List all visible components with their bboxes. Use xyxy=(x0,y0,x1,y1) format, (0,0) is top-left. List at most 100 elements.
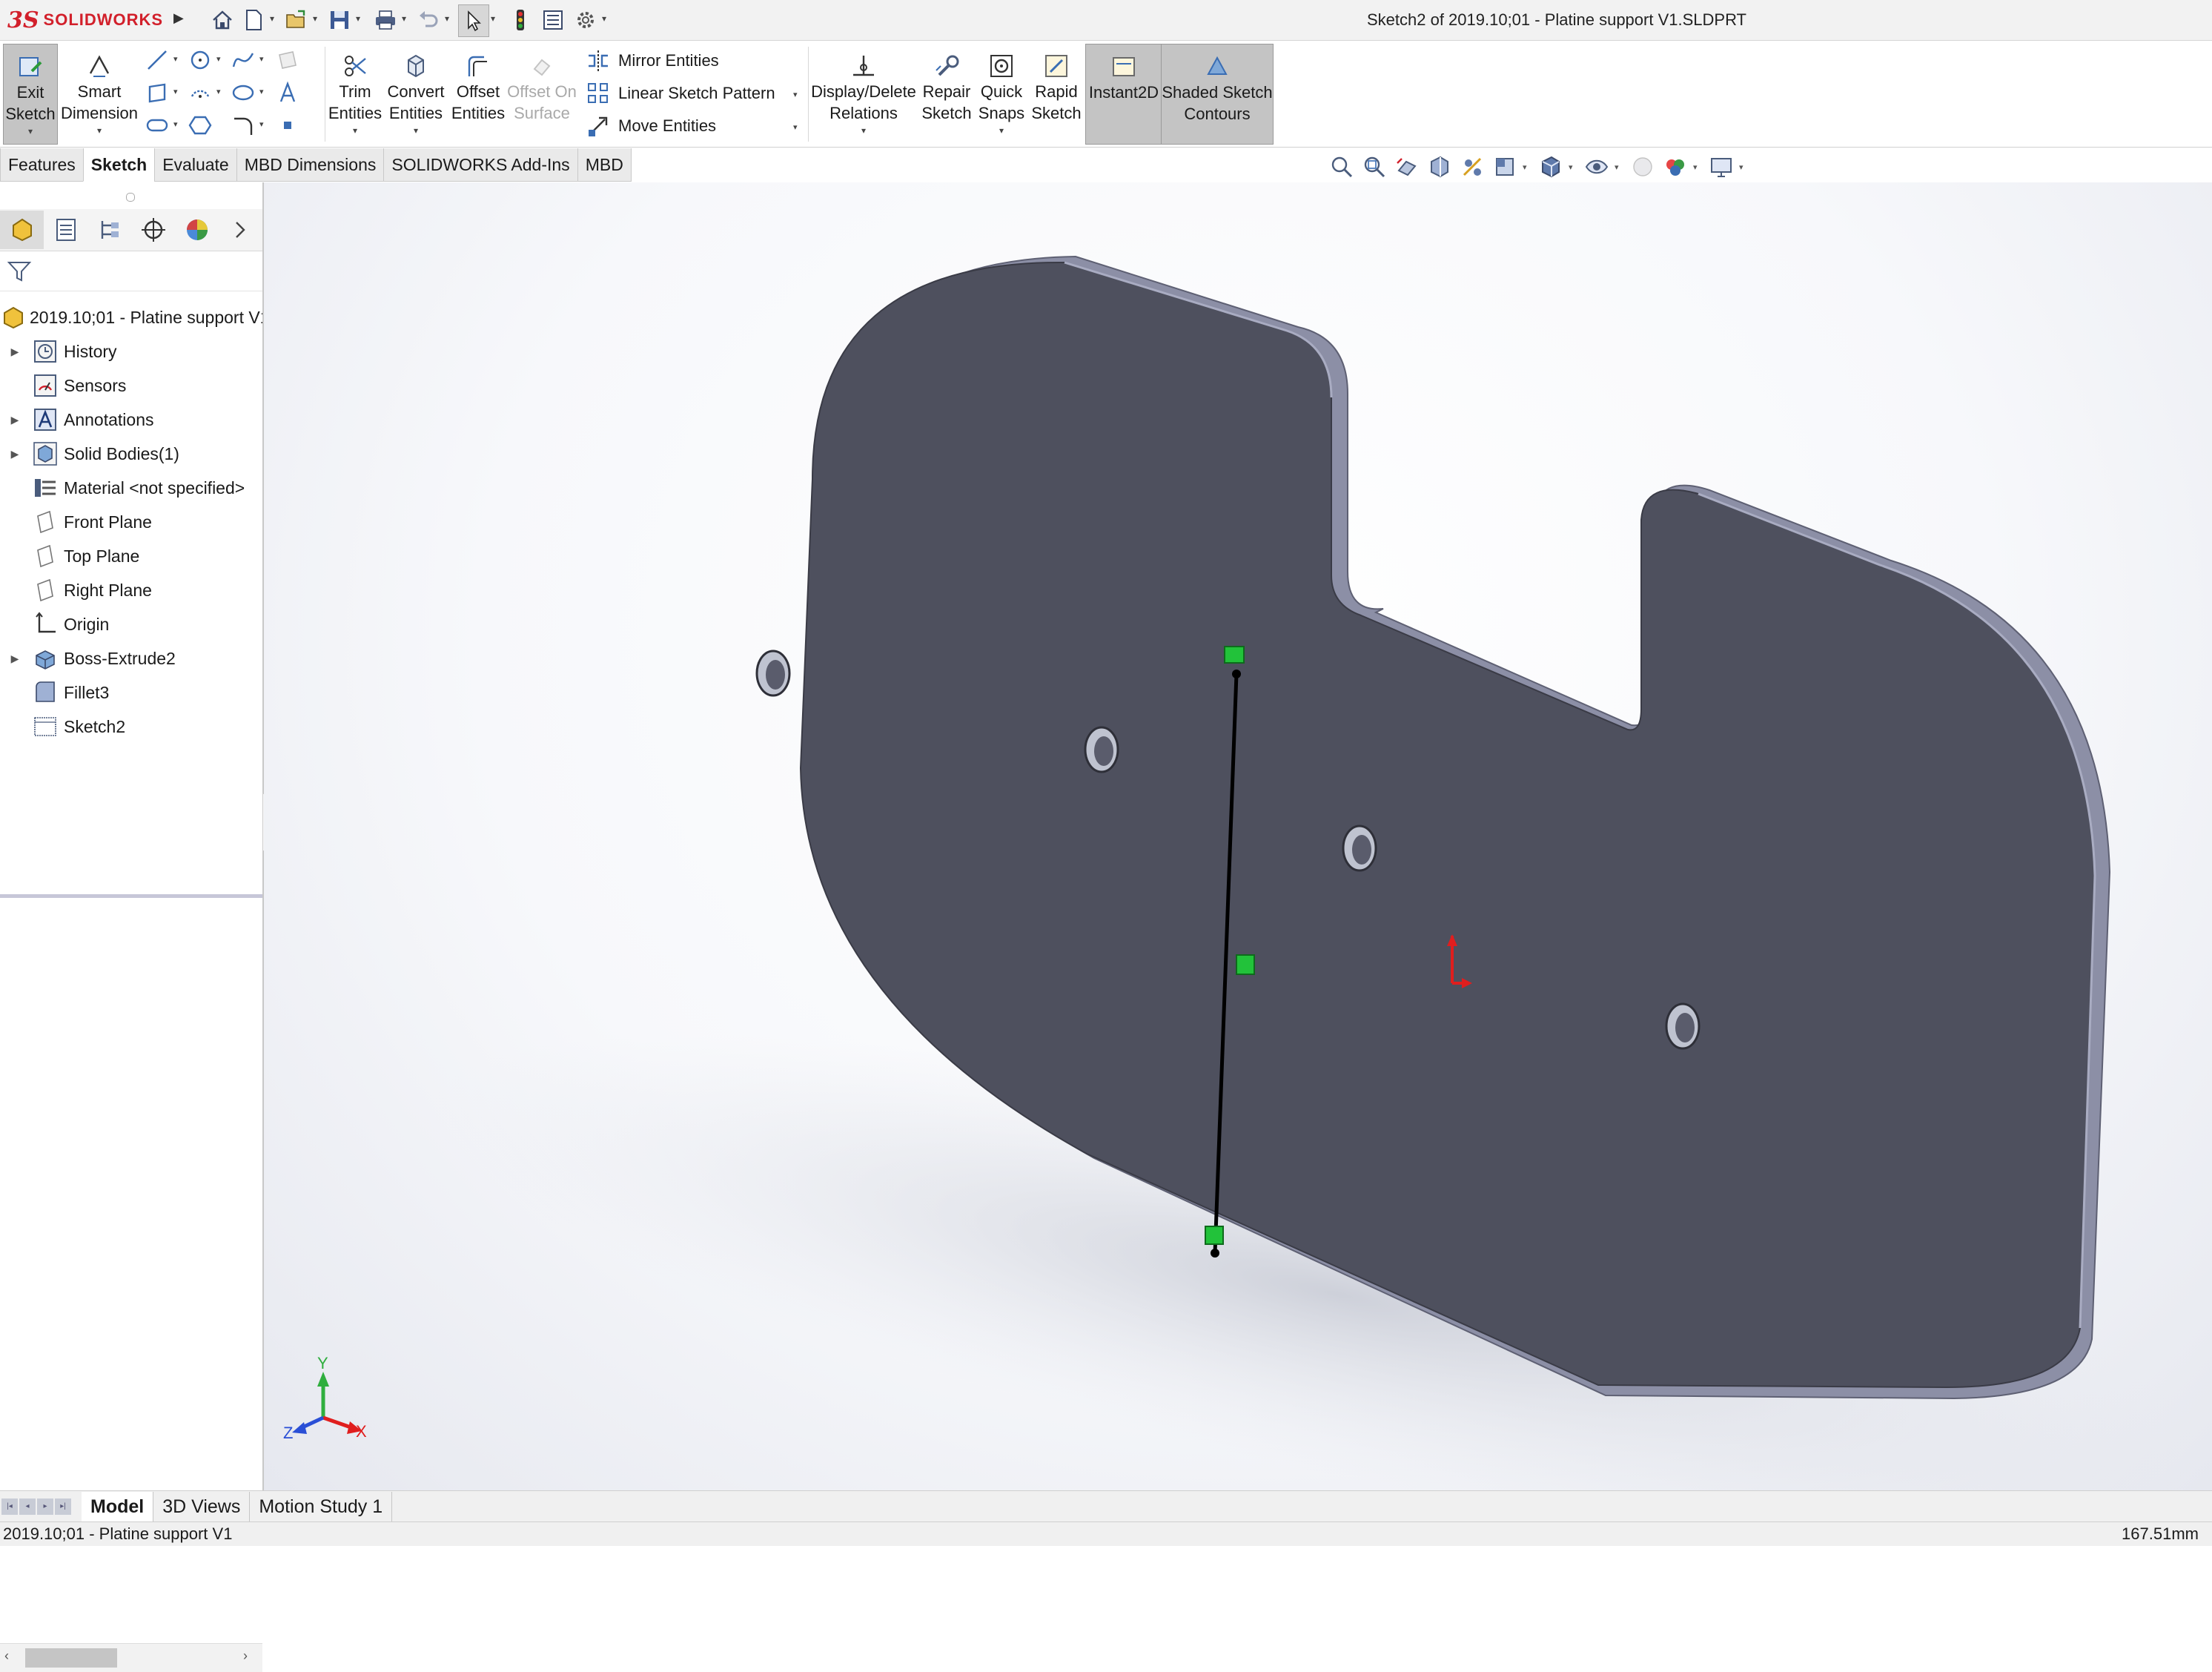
relations-dropdown-icon[interactable]: ▾ xyxy=(861,125,866,136)
slot-dropdown-icon[interactable]: ▾ xyxy=(173,119,178,129)
print-dropdown-icon[interactable]: ▾ xyxy=(402,13,406,24)
display-delete-relations-button[interactable]: Display/Delete Relations ▾ xyxy=(811,44,916,143)
tree-item-sensors[interactable]: Sensors xyxy=(0,369,262,402)
hide-show-items-icon[interactable] xyxy=(1582,152,1612,182)
edit-appearance-icon[interactable] xyxy=(1628,152,1658,182)
polygon-icon[interactable] xyxy=(185,110,215,140)
options-dropdown-icon[interactable]: ▾ xyxy=(602,13,606,24)
trim-entities-button[interactable]: Trim Entities ▾ xyxy=(328,44,383,143)
line-icon[interactable] xyxy=(142,45,172,75)
ellipse-dropdown-icon[interactable]: ▾ xyxy=(259,87,264,96)
tree-item-boss-extrude2[interactable]: ▶ Boss-Extrude2 xyxy=(0,642,262,675)
sketch-endpoint-bottom[interactable] xyxy=(1211,1249,1219,1258)
panel-grip-icon[interactable] xyxy=(126,193,135,202)
home-icon[interactable] xyxy=(208,4,237,36)
last-tab-icon[interactable]: ▸| xyxy=(55,1498,71,1515)
open-icon[interactable] xyxy=(282,4,311,36)
quick-snaps-button[interactable]: Quick Snaps ▾ xyxy=(976,44,1027,143)
apply-scene-icon[interactable] xyxy=(1660,152,1690,182)
rectangle-dropdown-icon[interactable]: ▾ xyxy=(173,87,178,96)
expand-arrow-icon[interactable]: ▶ xyxy=(0,448,30,460)
filter-icon[interactable] xyxy=(6,258,33,285)
spline-dropdown-icon[interactable]: ▾ xyxy=(259,54,264,64)
view-orientation-dropdown-icon[interactable]: ▾ xyxy=(1523,162,1533,172)
apply-scene-dropdown-icon[interactable]: ▾ xyxy=(1693,162,1703,172)
rebuild-icon[interactable] xyxy=(506,4,535,36)
move-entities-button[interactable]: Move Entities xyxy=(586,110,716,142)
next-tab-icon[interactable]: ▸ xyxy=(37,1498,53,1515)
dynamic-annotation-views-icon[interactable] xyxy=(1457,152,1487,182)
scroll-left-icon[interactable]: ‹ xyxy=(4,1648,9,1664)
scroll-thumb[interactable] xyxy=(25,1648,117,1668)
scroll-right-icon[interactable]: › xyxy=(243,1648,248,1664)
coincident-relation-bottom-marker[interactable] xyxy=(1205,1226,1224,1245)
print-icon[interactable] xyxy=(371,4,400,36)
tab-mbd[interactable]: MBD xyxy=(577,148,632,182)
rapid-sketch-button[interactable]: Rapid Sketch xyxy=(1029,44,1084,143)
menu-expand-arrow-icon[interactable]: ▶ xyxy=(173,10,184,26)
offset-on-surface-button[interactable]: Offset On Surface xyxy=(507,44,577,143)
prev-tab-icon[interactable]: ◂ xyxy=(19,1498,36,1515)
instant2d-button[interactable]: Instant2D xyxy=(1085,44,1162,145)
slot-icon[interactable] xyxy=(142,110,172,140)
offset-entities-button[interactable]: Offset Entities xyxy=(449,44,507,143)
arc-dropdown-icon[interactable]: ▾ xyxy=(216,87,221,96)
convert-entities-button[interactable]: Convert Entities ▾ xyxy=(384,44,448,143)
file-properties-icon[interactable] xyxy=(538,4,568,36)
circle-icon[interactable] xyxy=(185,45,215,75)
first-tab-icon[interactable]: |◂ xyxy=(1,1498,18,1515)
coincident-relation-top-marker[interactable] xyxy=(1224,646,1245,664)
tree-item-sketch2[interactable]: Sketch2 xyxy=(0,710,262,743)
line-dropdown-icon[interactable]: ▾ xyxy=(173,54,178,64)
tree-item-right-plane[interactable]: Right Plane xyxy=(0,574,262,607)
smart-dimension-dropdown-icon[interactable]: ▾ xyxy=(97,125,102,136)
text-icon[interactable] xyxy=(273,78,302,108)
tree-item-annotations[interactable]: ▶ Annotations xyxy=(0,403,262,436)
tab-motion-study-1[interactable]: Motion Study 1 xyxy=(250,1492,393,1521)
convert-dropdown-icon[interactable]: ▾ xyxy=(414,125,418,136)
previous-view-icon[interactable] xyxy=(1392,152,1422,182)
linear-sketch-pattern-button[interactable]: Linear Sketch Pattern xyxy=(586,78,775,109)
display-style-icon[interactable] xyxy=(1536,152,1566,182)
smart-dimension-button[interactable]: Smart Dimension ▾ xyxy=(59,44,139,143)
hide-show-dropdown-icon[interactable]: ▾ xyxy=(1615,162,1625,172)
tab-evaluate[interactable]: Evaluate xyxy=(154,148,237,182)
expand-arrow-icon[interactable]: ▶ xyxy=(0,652,30,665)
rollback-bar[interactable] xyxy=(0,894,262,898)
property-manager-tab-icon[interactable] xyxy=(44,211,87,249)
open-dropdown-icon[interactable]: ▾ xyxy=(313,13,317,24)
horizontal-scrollbar[interactable]: ‹ › xyxy=(0,1643,262,1672)
options-icon[interactable] xyxy=(571,4,600,36)
point-icon[interactable] xyxy=(273,110,302,140)
fillet-sketch-icon[interactable] xyxy=(228,110,258,140)
new-document-icon[interactable] xyxy=(239,4,268,36)
move-entities-dropdown-icon[interactable]: ▾ xyxy=(793,122,798,132)
undo-icon[interactable] xyxy=(414,4,443,36)
more-tabs-chevron-icon[interactable] xyxy=(219,211,262,249)
save-dropdown-icon[interactable]: ▾ xyxy=(356,13,360,24)
vertical-relation-marker[interactable] xyxy=(1236,954,1255,975)
solidworks-logo[interactable]: 3S SOLIDWORKS xyxy=(7,4,163,36)
select-icon[interactable] xyxy=(458,4,489,37)
rectangle-icon[interactable] xyxy=(142,78,172,108)
view-settings-icon[interactable] xyxy=(1706,152,1736,182)
ellipse-icon[interactable] xyxy=(228,78,258,108)
tree-item-front-plane[interactable]: Front Plane xyxy=(0,506,262,538)
configuration-manager-tab-icon[interactable] xyxy=(87,211,131,249)
tree-item-origin[interactable]: Origin xyxy=(0,608,262,641)
zoom-to-fit-icon[interactable] xyxy=(1327,152,1357,182)
select-dropdown-icon[interactable]: ▾ xyxy=(491,13,495,24)
save-icon[interactable] xyxy=(325,4,354,36)
tree-item-history[interactable]: ▶ History xyxy=(0,335,262,368)
linear-pattern-dropdown-icon[interactable]: ▾ xyxy=(793,90,798,99)
spline-icon[interactable] xyxy=(228,45,258,75)
graphics-area[interactable]: Y X Z xyxy=(264,182,2212,1490)
new-dropdown-icon[interactable]: ▾ xyxy=(270,13,274,24)
display-manager-tab-icon[interactable] xyxy=(175,211,219,249)
display-style-dropdown-icon[interactable]: ▾ xyxy=(1569,162,1579,172)
expand-arrow-icon[interactable]: ▶ xyxy=(0,346,30,358)
shaded-sketch-contours-button[interactable]: Shaded Sketch Contours xyxy=(1161,44,1274,145)
circle-dropdown-icon[interactable]: ▾ xyxy=(216,54,221,64)
feature-manager-tab-icon[interactable] xyxy=(0,211,44,249)
section-view-icon[interactable] xyxy=(1425,152,1454,182)
